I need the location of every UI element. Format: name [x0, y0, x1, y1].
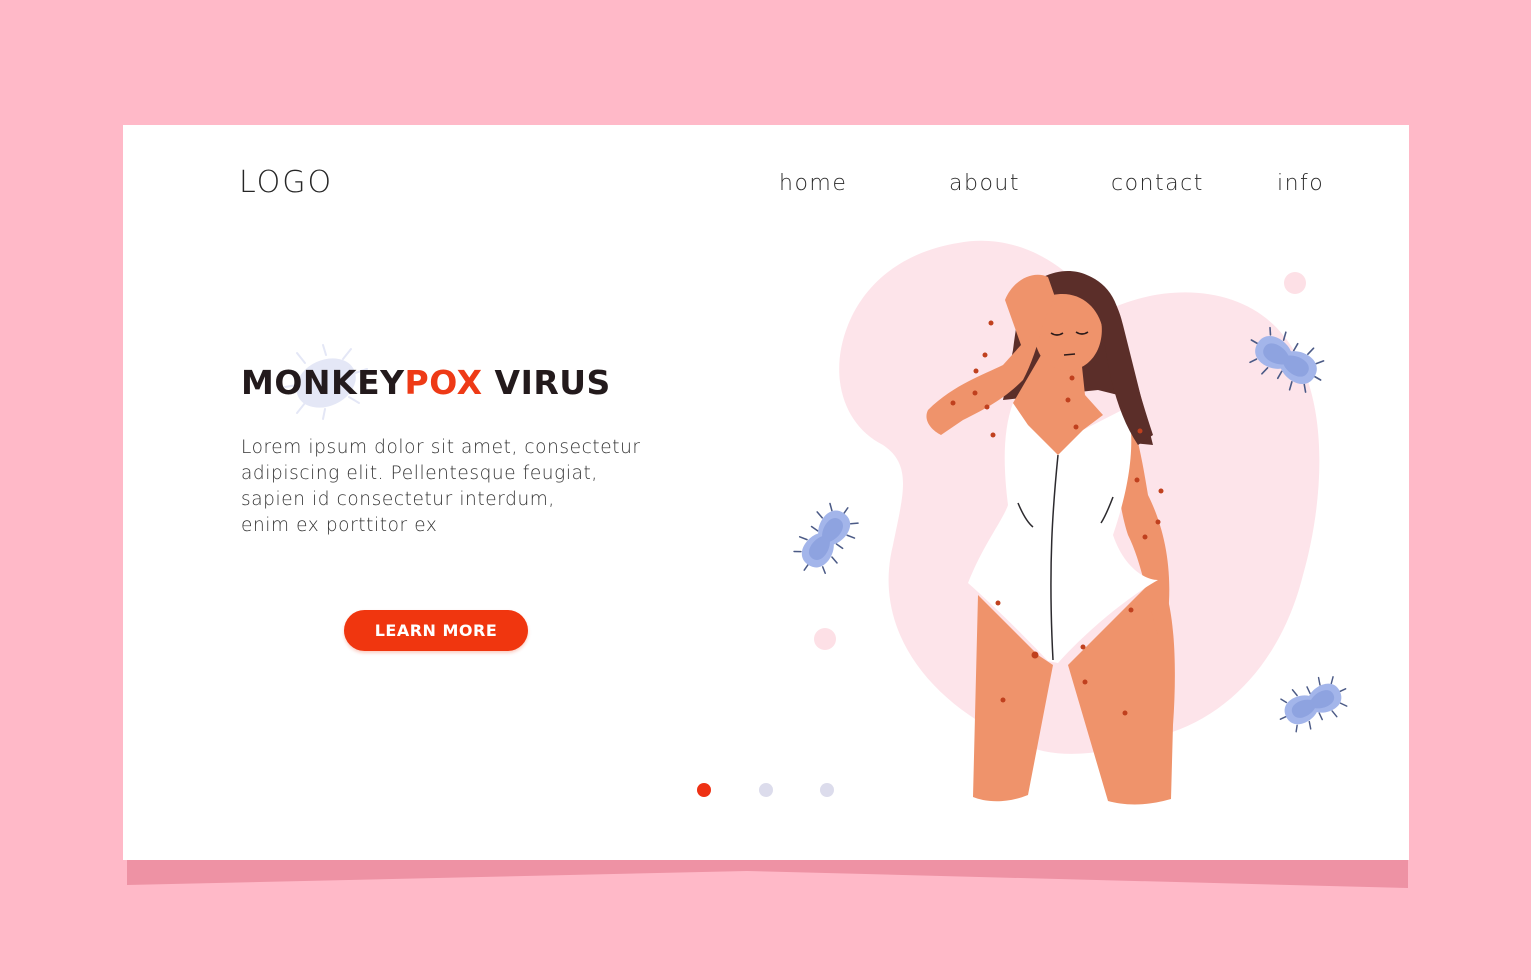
nav-info[interactable]: info — [1277, 171, 1324, 196]
nav-about[interactable]: about — [949, 171, 1020, 196]
title-accent: POX — [404, 363, 483, 402]
decorative-dot — [1284, 272, 1306, 294]
carousel-dot-1[interactable] — [697, 783, 711, 797]
landing-card: LOGO home about contact info MONKEYPOX V… — [123, 125, 1409, 860]
learn-more-button[interactable]: LEARN MORE — [344, 610, 528, 651]
card-shadow — [127, 858, 1408, 888]
nav-contact[interactable]: contact — [1111, 171, 1204, 196]
title-part-2: VIRUS — [482, 363, 611, 402]
virus-icon — [1279, 676, 1348, 733]
description-line: enim ex porttitor ex — [241, 515, 438, 536]
hero-title: MONKEYPOX VIRUS — [241, 363, 611, 402]
description-line: adipiscing elit. Pellentesque feugiat, — [241, 463, 598, 484]
main-nav: home about contact info — [123, 171, 1409, 201]
description-line: sapien id consectetur interdum, — [241, 489, 555, 510]
hero-description: Lorem ipsum dolor sit amet, consectetur … — [241, 435, 711, 539]
title-part-1: MONKEY — [241, 363, 405, 402]
description-line: Lorem ipsum dolor sit amet, consectetur — [241, 437, 641, 458]
decorative-dot — [814, 628, 836, 650]
hero-illustration — [793, 240, 1348, 805]
nav-home[interactable]: home — [779, 171, 847, 196]
virus-icon — [793, 502, 859, 575]
